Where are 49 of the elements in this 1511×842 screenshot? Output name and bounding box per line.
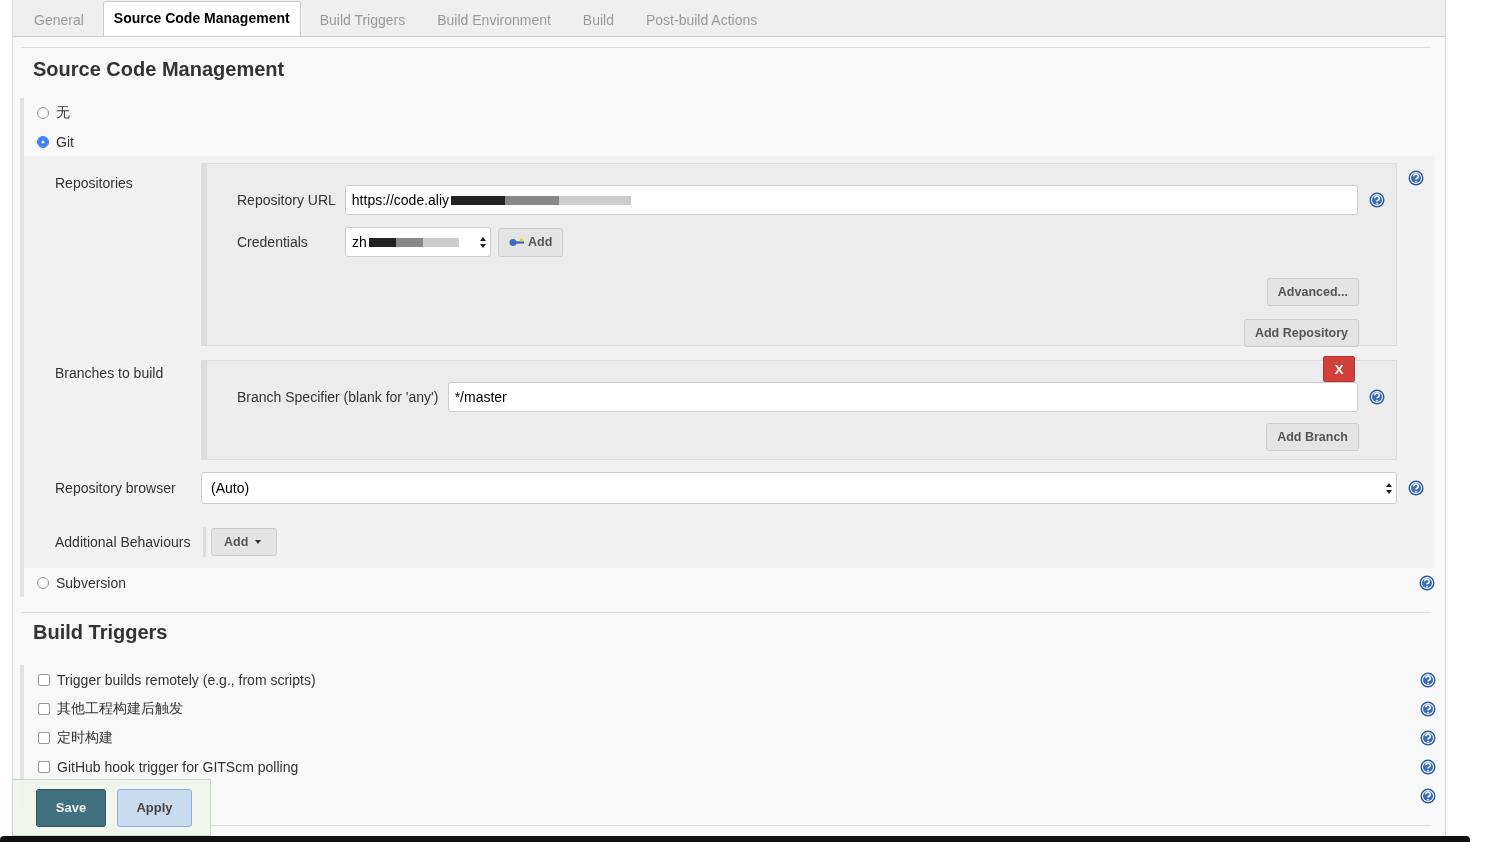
add-button[interactable]: Add [211,528,278,556]
help-icon[interactable] [1420,671,1436,688]
branch-field[interactable]: */master [447,382,1359,412]
add-repository-button[interactable]: Add Repository [1243,319,1359,347]
help-icon[interactable] [1420,787,1436,804]
field-label: Branch Specifier (blank for 'any') [237,389,440,405]
field-label: Branches to build [55,365,164,381]
help-icon[interactable] [1408,170,1424,186]
field-label: Repository browser [55,480,176,496]
option-label: Git [56,133,74,150]
option-label: 定时构建 [57,728,113,747]
option-label: Trigger builds remotely (e.g., from scripts) [57,671,316,688]
field-label: Credentials [237,234,309,250]
add-branch-button[interactable]: Add Branch [1266,423,1359,451]
section-title: Source Code Management [32,57,286,82]
field-label: Additional Behaviours [55,534,191,550]
option-label: 无 [56,103,70,122]
help-icon[interactable] [1420,729,1436,746]
field-label: Repository URL [237,192,337,208]
help-icon[interactable] [1369,389,1386,405]
sort-arrows-icon [480,237,486,248]
sort-arrows-icon [1386,483,1393,494]
section-title: Build Triggers [32,620,169,645]
field-label: Repositories [55,175,133,191]
help-icon[interactable] [1369,192,1386,208]
radio-button[interactable] [37,135,49,148]
url-field[interactable]: https://code.aliy [344,185,1359,215]
apply-button[interactable]: Apply [117,788,192,827]
option-label: GitHub hook trigger for GITScm polling [57,758,299,775]
checkbox[interactable] [38,673,50,686]
help-icon[interactable] [1419,574,1435,591]
checkbox[interactable] [38,731,50,744]
option-label: Subversion [56,574,127,591]
radio-button[interactable] [37,576,49,589]
tab[interactable]: Source Code Management [102,1,301,36]
help-icon[interactable] [1408,480,1425,496]
credentials-select[interactable]: zh [345,227,491,257]
add-button[interactable]: Add [498,227,564,257]
repository-browser-select[interactable]: (Auto) [201,472,1398,504]
advanced-button[interactable]: Advanced... [1266,278,1359,306]
help-icon[interactable] [1420,700,1436,717]
radio-button[interactable] [37,106,49,119]
key-icon [509,237,524,247]
option-label: 其他工程构建后触发 [57,699,183,718]
checkbox[interactable] [38,760,50,773]
save-button[interactable]: Save [36,788,106,827]
checkbox[interactable] [38,702,50,715]
delete-button[interactable]: X [1323,356,1355,382]
help-icon[interactable] [1420,758,1436,775]
